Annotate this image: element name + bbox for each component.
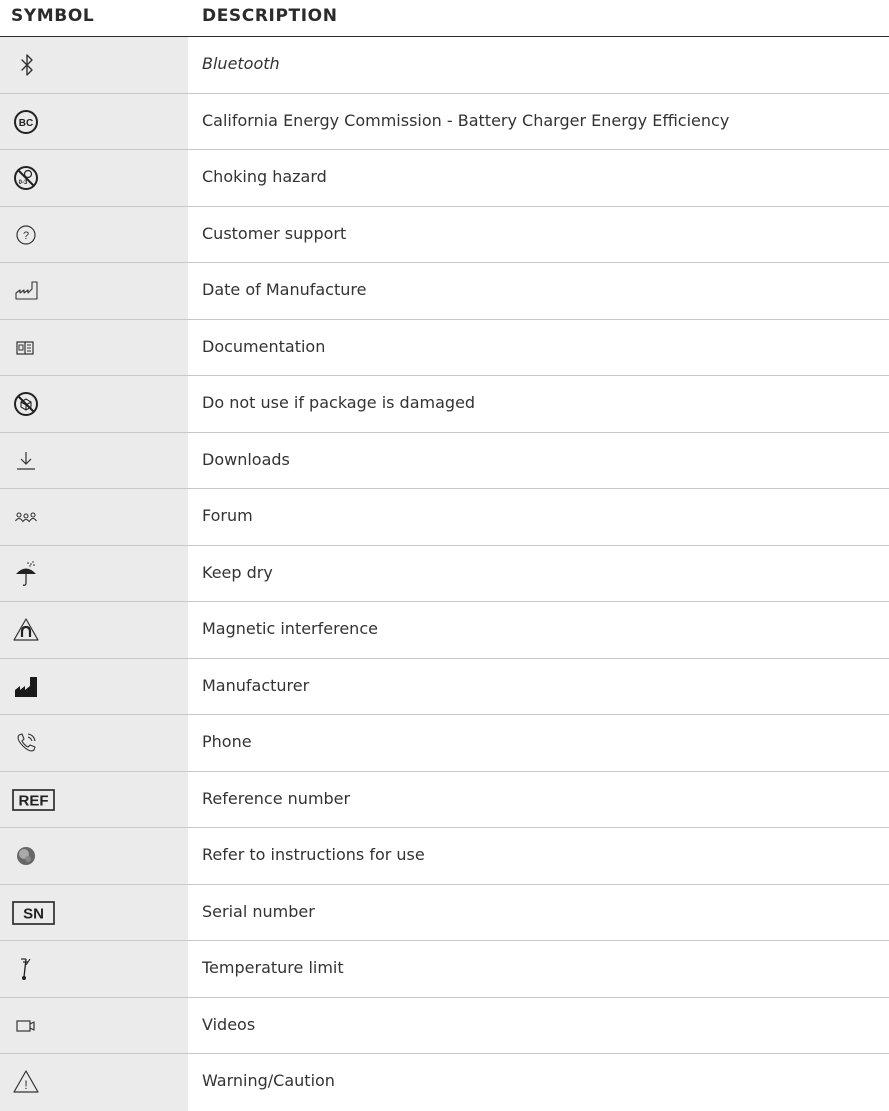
row-description: Phone: [202, 732, 252, 751]
instructions-icon: [12, 842, 42, 870]
factory-icon: [12, 673, 42, 701]
sn-icon-text: SN: [23, 905, 44, 922]
table-row: Magnetic interference: [0, 602, 889, 659]
row-description: Choking hazard: [202, 167, 327, 186]
row-description: Serial number: [202, 901, 315, 921]
row-description: Refer to instructions for use: [202, 845, 425, 864]
table-row: Refer to instructions for use: [0, 828, 889, 885]
download-icon: [12, 447, 42, 475]
row-description: Bluetooth: [202, 54, 280, 73]
row-description: Forum: [202, 506, 253, 525]
row-description: Reference number: [202, 788, 351, 808]
table-row: ? Customer support: [0, 206, 889, 263]
ref-box-icon: REF: [12, 786, 56, 814]
forum-icon: [12, 503, 42, 531]
table-row: Manufacturer: [0, 658, 889, 715]
row-description: Documentation: [202, 336, 326, 356]
question-icon-text: ?: [23, 230, 29, 242]
choking-hazard-icon: 0-3: [12, 164, 42, 192]
question-circle-icon: ?: [12, 221, 42, 249]
bc-icon-text: BC: [19, 118, 33, 129]
warning-triangle-icon: !: [12, 1068, 42, 1096]
table-body: Bluetooth BC California Energy Commissio…: [0, 37, 889, 1111]
row-description: California Energy Commission - Battery C…: [202, 110, 730, 130]
magnetic-warning-icon: [12, 616, 42, 644]
symbol-table: SYMBOL DESCRIPTION Bluetooth BC Californ…: [0, 0, 889, 1111]
umbrella-icon: [12, 560, 42, 588]
row-description: Date of Manufacture: [202, 280, 367, 299]
sn-box-icon: SN: [12, 899, 56, 927]
documentation-icon: [12, 334, 42, 362]
table-row: Videos: [0, 997, 889, 1054]
video-icon: [12, 1012, 42, 1040]
row-description: Magnetic interference: [202, 619, 378, 638]
row-description: Do not use if package is damaged: [202, 393, 476, 412]
table-header: SYMBOL DESCRIPTION: [0, 0, 889, 34]
table-row: REF Reference number: [0, 771, 889, 828]
table-row: BC California Energy Commission - Batter…: [0, 93, 889, 150]
damaged-package-icon: [12, 390, 42, 418]
table-row: Bluetooth: [0, 37, 889, 94]
table-row: Temperature limit: [0, 941, 889, 998]
age-icon-text: 0-3: [19, 180, 28, 186]
row-description: Manufacturer: [202, 675, 310, 695]
table-row: Downloads: [0, 432, 889, 489]
table-row: Date of Manufacture: [0, 263, 889, 320]
row-description: Warning/Caution: [202, 1071, 335, 1090]
row-description: Customer support: [202, 223, 347, 243]
header-description: DESCRIPTION: [202, 6, 338, 26]
table-row: 0-3 Choking hazard: [0, 150, 889, 207]
table-row: Forum: [0, 489, 889, 546]
table-row: Do not use if package is damaged: [0, 376, 889, 433]
phone-icon: [12, 729, 42, 757]
ref-icon-text: REF: [19, 792, 49, 809]
table-row: SN Serial number: [0, 884, 889, 941]
thermometer-icon: [12, 955, 42, 983]
warning-icon-text: !: [24, 1078, 27, 1092]
bluetooth-icon: [12, 51, 42, 79]
table-row: ! Warning/Caution: [0, 1054, 889, 1111]
bc-circle-icon: BC: [12, 108, 42, 136]
row-description: Temperature limit: [202, 958, 344, 977]
row-description: Videos: [202, 1014, 256, 1034]
date-of-manufacture-icon: [12, 277, 42, 305]
row-description: Downloads: [202, 449, 290, 469]
table-row: Phone: [0, 715, 889, 772]
table-row: Keep dry: [0, 545, 889, 602]
row-description: Keep dry: [202, 562, 273, 582]
table-row: Documentation: [0, 319, 889, 376]
header-symbol: SYMBOL: [11, 6, 95, 26]
